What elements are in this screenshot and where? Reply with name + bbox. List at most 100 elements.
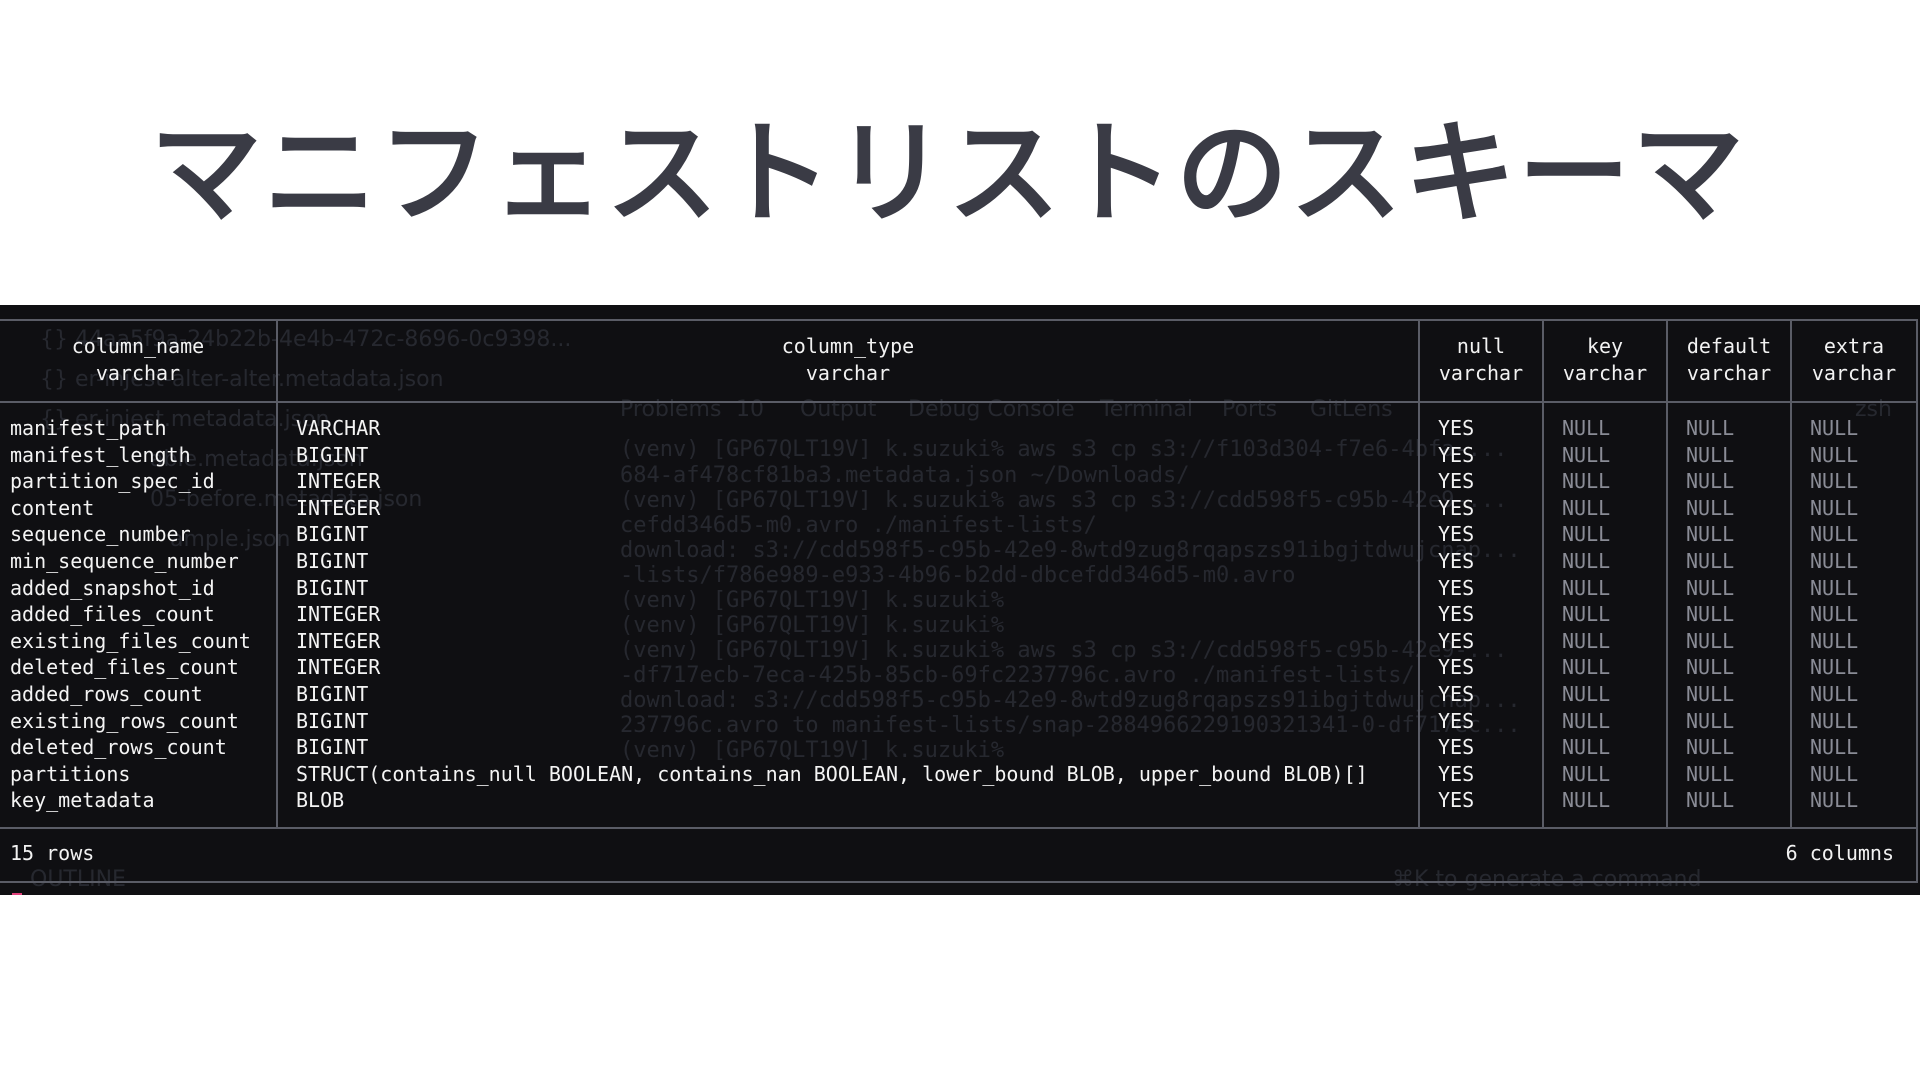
table-cell: NULL [1810, 735, 1859, 760]
table-cell: NULL [1686, 416, 1735, 440]
table-cell: NULL [1686, 495, 1735, 520]
table-cell: NULL [1562, 628, 1611, 653]
table-cell: added_rows_count [10, 681, 203, 706]
table-cell: NULL [1686, 761, 1735, 786]
table-cell: NULL [1810, 681, 1859, 706]
table-cell: NULL [1810, 522, 1859, 547]
table-cell: YES [1438, 442, 1475, 467]
table-cell: NULL [1562, 681, 1611, 706]
table-cell: added_files_count [10, 602, 215, 627]
terminal-window[interactable]: {} 44aa5f9a-24b22b-4e4b-472c-8696-0c9398… [0, 305, 1920, 895]
table-cell: INTEGER [296, 628, 381, 653]
row-count: 15 rows [10, 841, 95, 865]
table-cell: YES [1438, 522, 1475, 547]
header-column-name: column_name varchar [71, 334, 205, 385]
table-cell: NULL [1562, 602, 1611, 627]
table-cell: partitions [10, 761, 131, 786]
table-cell: manifest_path [10, 416, 167, 440]
table-cell: NULL [1810, 548, 1859, 573]
table-cell: NULL [1810, 575, 1859, 600]
table-cell: NULL [1810, 655, 1859, 680]
terminal-cursor [12, 893, 22, 895]
table-cell: INTEGER [296, 655, 381, 680]
table-cell: STRUCT(contains_null BOOLEAN, contains_n… [296, 761, 1368, 786]
table-cell: NULL [1686, 522, 1735, 547]
table-cell: NULL [1562, 708, 1611, 733]
table-cell: BIGINT [296, 681, 369, 706]
table-cell: NULL [1810, 602, 1859, 627]
column-type-cells: VARCHAR BIGINT INTEGER INTEGER BIGINT BIGINT B… [296, 415, 1368, 814]
table-cell: YES [1438, 788, 1475, 813]
table-cell: NULL [1686, 575, 1735, 600]
table-cell: NULL [1810, 416, 1859, 440]
slide-title: マニフェストリストのスキーマ [150, 109, 1746, 239]
table-cell: VARCHAR [296, 416, 381, 440]
column-count: 6 columns [1785, 841, 1894, 865]
table-cell: YES [1438, 548, 1475, 573]
header-default: default varchar [1686, 334, 1772, 385]
null-cells: YES YES YES YES YES YES YES YES YES YES YES YES YES Y… [1438, 415, 1474, 814]
table-cell: NULL [1686, 788, 1735, 813]
table-cell: YES [1438, 761, 1475, 786]
table-cell: INTEGER [296, 602, 381, 627]
table-cell: NULL [1686, 708, 1735, 733]
default-cells: NULL NULL NULL NULL NULL NULL NULL NULL NULL NULL… [1686, 415, 1734, 814]
table-cell: NULL [1562, 735, 1611, 760]
table-cell: NULL [1686, 548, 1735, 573]
header-null: null varchar [1438, 334, 1524, 385]
extra-cells: NULL NULL NULL NULL NULL NULL NULL NULL NULL NULL… [1810, 415, 1858, 814]
table-cell: NULL [1562, 469, 1611, 494]
table-cell: NULL [1810, 708, 1859, 733]
key-cells: NULL NULL NULL NULL NULL NULL NULL NULL NULL NULL… [1562, 415, 1610, 814]
table-cell: BIGINT [296, 575, 369, 600]
table-cell: YES [1438, 735, 1475, 760]
table-header: column_name varchar column_type varchar nu… [0, 321, 1916, 403]
header-extra: extra varchar [1811, 334, 1897, 385]
table-cell: NULL [1686, 655, 1735, 680]
table-cell: NULL [1562, 788, 1611, 813]
table-cell: NULL [1562, 655, 1611, 680]
table-cell: BIGINT [296, 708, 369, 733]
table-cell: YES [1438, 469, 1475, 494]
table-cell: BIGINT [296, 522, 369, 547]
column-name-cells: manifest_path manifest_length partition_sp… [10, 415, 251, 814]
table-cell: NULL [1686, 469, 1735, 494]
table-cell: NULL [1810, 761, 1859, 786]
table-cell: BIGINT [296, 735, 369, 760]
table-cell: deleted_rows_count [10, 735, 227, 760]
header-column-type: column_type varchar [781, 334, 915, 385]
table-cell: NULL [1686, 602, 1735, 627]
table-cell: YES [1438, 681, 1475, 706]
table-cell: BLOB [296, 788, 345, 813]
table-cell: YES [1438, 416, 1475, 440]
table-cell: NULL [1810, 788, 1859, 813]
table-cell: YES [1438, 655, 1475, 680]
table-cell: NULL [1562, 416, 1611, 440]
table-cell: YES [1438, 602, 1475, 627]
table-cell: INTEGER [296, 469, 381, 494]
table-cell: NULL [1810, 495, 1859, 520]
table-cell: existing_rows_count [10, 708, 239, 733]
table-cell: INTEGER [296, 495, 381, 520]
table-cell: manifest_length [10, 442, 191, 467]
table-cell: key_metadata [10, 788, 155, 813]
table-cell: content [10, 495, 95, 520]
table-cell: NULL [1562, 442, 1611, 467]
table-cell: NULL [1810, 442, 1859, 467]
table-cell: NULL [1562, 522, 1611, 547]
header-key: key varchar [1562, 334, 1648, 385]
table-cell: NULL [1562, 548, 1611, 573]
table-cell: NULL [1810, 628, 1859, 653]
table-cell: YES [1438, 575, 1475, 600]
table-body: manifest_path manifest_length partition_sp… [0, 403, 1916, 829]
table-cell: BIGINT [296, 548, 369, 573]
table-cell: deleted_files_count [10, 655, 239, 680]
table-cell: min_sequence_number [10, 548, 239, 573]
table-cell: NULL [1562, 495, 1611, 520]
table-cell: YES [1438, 628, 1475, 653]
table-cell: NULL [1562, 761, 1611, 786]
table-cell: added_snapshot_id [10, 575, 215, 600]
result-table: column_name varchar column_type varchar nu… [0, 319, 1918, 883]
table-footer: 15 rows 6 columns [0, 829, 1916, 881]
table-cell: NULL [1810, 469, 1859, 494]
